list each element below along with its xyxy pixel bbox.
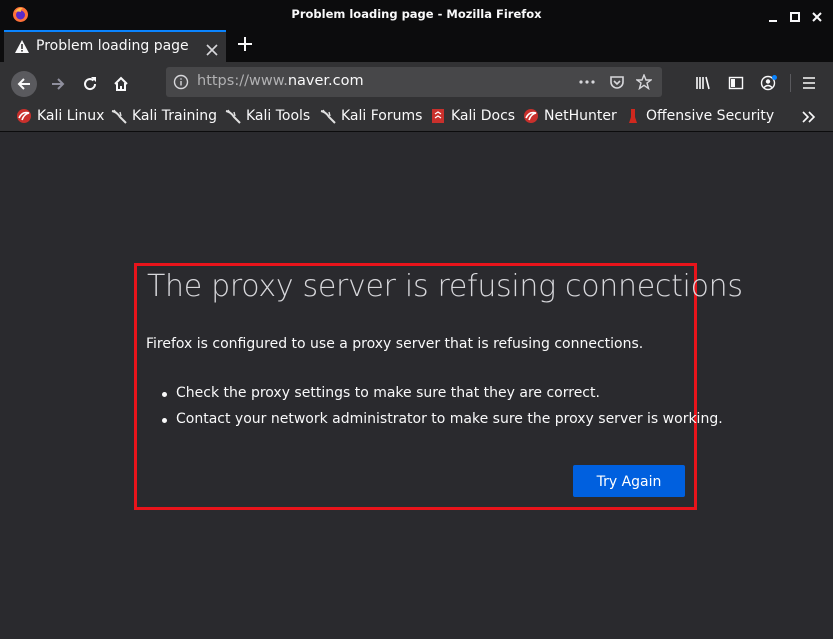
bookmark-star-icon[interactable]: [634, 73, 654, 94]
reload-icon: [84, 77, 97, 91]
kali-dragon-icon: [523, 108, 539, 124]
site-info-icon[interactable]: [173, 74, 189, 90]
kali-dragon-icon: [225, 108, 241, 124]
navigation-toolbar: https://www.naver.com: [0, 62, 833, 103]
tab-problem-loading[interactable]: Problem loading page: [4, 30, 226, 62]
error-suggestion-list: Check the proxy settings to make sure th…: [162, 385, 723, 437]
list-item: Check the proxy settings to make sure th…: [162, 385, 723, 411]
url-text[interactable]: https://www.naver.com: [197, 73, 364, 89]
page-actions-icon[interactable]: [578, 74, 596, 94]
reload-button[interactable]: [77, 71, 103, 97]
sidebar-icon[interactable]: [728, 75, 744, 95]
back-button[interactable]: [11, 71, 37, 97]
new-tab-icon[interactable]: [237, 36, 253, 52]
list-item: Contact your network administrator to ma…: [162, 411, 723, 437]
close-tab-icon[interactable]: [206, 41, 218, 56]
window-title: Problem loading page - Mozilla Firefox: [291, 7, 542, 21]
toolbar-divider: [790, 74, 791, 92]
window-titlebar: Problem loading page - Mozilla Firefox: [0, 0, 833, 29]
home-button[interactable]: [108, 71, 134, 97]
kali-dragon-icon: [16, 108, 32, 124]
error-highlight-box: The proxy server is refusing connections…: [134, 263, 743, 510]
error-title: The proxy server is refusing connections: [147, 269, 743, 304]
close-window-icon[interactable]: [811, 8, 823, 22]
account-icon[interactable]: [760, 75, 778, 95]
forward-button[interactable]: [45, 71, 71, 97]
arrow-right-icon: [52, 78, 65, 90]
menu-icon[interactable]: [802, 75, 816, 95]
arrow-left-icon: [17, 78, 30, 90]
url-scheme: https://www.: [197, 73, 288, 89]
minimize-icon[interactable]: [767, 8, 779, 22]
offsec-icon: [625, 108, 641, 124]
kali-docs-icon: [430, 108, 446, 124]
bookmarks-toolbar: Kali Linux Kali Training Kali Tools Kali…: [0, 103, 833, 132]
page-content: The proxy server is refusing connections…: [0, 132, 833, 639]
url-host: naver.com: [287, 73, 364, 89]
kali-dragon-icon: [320, 108, 336, 124]
home-icon: [114, 76, 128, 91]
try-again-button[interactable]: Try Again: [573, 465, 685, 497]
chevron-overflow-icon[interactable]: [801, 109, 817, 129]
pocket-icon[interactable]: [609, 74, 625, 94]
tab-strip: Problem loading page: [0, 29, 833, 62]
tab-label: Problem loading page: [36, 38, 189, 54]
library-icon[interactable]: [695, 75, 711, 95]
error-description: Firefox is configured to use a proxy ser…: [146, 336, 644, 352]
kali-dragon-icon: [111, 108, 127, 124]
warning-icon: [14, 39, 30, 55]
url-bar[interactable]: https://www.naver.com: [166, 67, 662, 97]
maximize-icon[interactable]: [789, 8, 801, 22]
